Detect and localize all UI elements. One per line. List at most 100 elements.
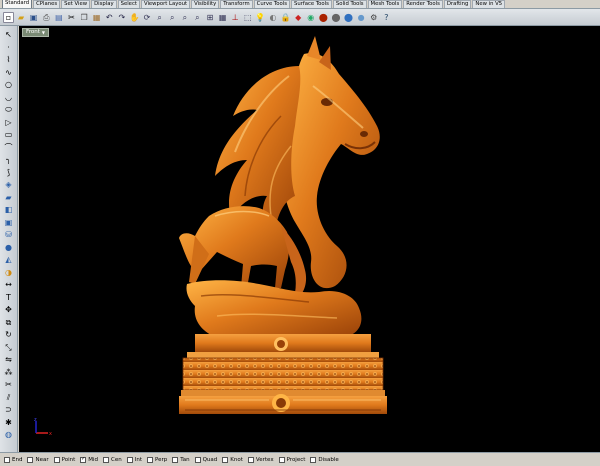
chevron-down-icon[interactable]: ▼ bbox=[42, 28, 45, 37]
document-properties-icon[interactable]: ▤ bbox=[53, 12, 64, 23]
select-icon[interactable]: ⬚ bbox=[242, 12, 253, 23]
osnap-tan[interactable]: Tan bbox=[172, 456, 190, 463]
osnap-perp[interactable]: Perp bbox=[147, 456, 167, 463]
options-icon[interactable]: ⚙ bbox=[368, 12, 379, 23]
tab-render-tools[interactable]: Render Tools bbox=[403, 0, 443, 8]
osnap-point[interactable]: Point bbox=[53, 456, 75, 463]
pan-icon[interactable]: ✋ bbox=[129, 12, 140, 23]
properties-icon[interactable]: ◉ bbox=[305, 12, 316, 23]
osnap-checkbox[interactable] bbox=[222, 456, 229, 463]
tab-display[interactable]: Display bbox=[91, 0, 117, 8]
osnap-checkbox[interactable] bbox=[126, 456, 133, 463]
four-viewports-icon[interactable]: ⊞ bbox=[205, 12, 216, 23]
rotate-icon[interactable]: ↻ bbox=[3, 329, 15, 341]
select-arrow-icon[interactable]: ↖ bbox=[3, 29, 15, 41]
dimension-icon[interactable]: ↔ bbox=[3, 279, 15, 291]
osnap-checkbox[interactable] bbox=[53, 456, 60, 463]
extrude-icon[interactable]: ▰ bbox=[3, 192, 15, 204]
fillet-curve-icon[interactable]: ╮ bbox=[3, 154, 15, 166]
hide-icon[interactable]: ◐ bbox=[267, 12, 278, 23]
surface-icon[interactable]: ◈ bbox=[3, 179, 15, 191]
osnap-checkbox[interactable] bbox=[194, 456, 201, 463]
osnap-checkbox[interactable]: ✓ bbox=[80, 456, 87, 463]
tab-curve-tools[interactable]: Curve Tools bbox=[253, 0, 290, 8]
osnap-near[interactable]: Near bbox=[27, 456, 49, 463]
tab-set-view[interactable]: Set View bbox=[61, 0, 91, 8]
cplane-icon[interactable]: ⊥ bbox=[230, 12, 241, 23]
cut-icon[interactable]: ✂ bbox=[66, 12, 77, 23]
explode-icon[interactable]: ✱ bbox=[3, 417, 15, 429]
render-preview-icon[interactable]: ● bbox=[356, 12, 367, 23]
osnap-disable[interactable]: Disable bbox=[310, 456, 339, 463]
text-icon[interactable]: T bbox=[3, 292, 15, 304]
boolean-icon[interactable]: ◑ bbox=[3, 267, 15, 279]
grid-icon[interactable]: ▦ bbox=[217, 12, 228, 23]
osnap-quad[interactable]: Quad bbox=[194, 456, 217, 463]
tab-mesh-tools[interactable]: Mesh Tools bbox=[367, 0, 403, 8]
osnap-cen[interactable]: Cen bbox=[103, 456, 122, 463]
mirror-icon[interactable]: ⇋ bbox=[3, 354, 15, 366]
lock-icon[interactable]: 🔒 bbox=[280, 12, 291, 23]
save-icon[interactable]: ▣ bbox=[28, 12, 39, 23]
tab-cplanes[interactable]: CPlanes bbox=[33, 0, 61, 8]
sphere-icon[interactable]: ● bbox=[3, 242, 15, 254]
front-viewport[interactable]: Front ▼ x z bbox=[19, 26, 600, 452]
osnap-checkbox[interactable] bbox=[278, 456, 285, 463]
tab-new-in-v5[interactable]: New in V5 bbox=[472, 0, 506, 8]
show-icon[interactable]: 💡 bbox=[255, 12, 266, 23]
help-icon[interactable]: ? bbox=[381, 12, 392, 23]
tab-standard[interactable]: Standard bbox=[2, 0, 33, 8]
point-icon[interactable]: · bbox=[3, 42, 15, 54]
curve-icon[interactable]: ∿ bbox=[3, 67, 15, 79]
offset-curve-icon[interactable]: ⟆ bbox=[3, 167, 15, 179]
material-icon[interactable]: ⬤ bbox=[330, 12, 341, 23]
zoom-extents-icon[interactable]: ⌕ bbox=[179, 12, 190, 23]
osnap-checkbox[interactable] bbox=[27, 456, 34, 463]
osnap-checkbox[interactable] bbox=[4, 456, 10, 463]
tab-visibility[interactable]: Visibility bbox=[191, 0, 220, 8]
cylinder-icon[interactable]: ⛁ bbox=[3, 229, 15, 241]
trim-icon[interactable]: ✂ bbox=[3, 379, 15, 391]
osnap-end[interactable]: End bbox=[4, 456, 22, 463]
scale-icon[interactable]: ⤡ bbox=[3, 342, 15, 354]
open-folder-icon[interactable]: ▰ bbox=[16, 12, 27, 23]
undo-icon[interactable]: ↶ bbox=[104, 12, 115, 23]
copy-object-icon[interactable]: ⧉ bbox=[3, 317, 15, 329]
tab-transform[interactable]: Transform bbox=[220, 0, 253, 8]
osnap-checkbox[interactable] bbox=[172, 456, 179, 463]
osnap-checkbox[interactable] bbox=[247, 456, 254, 463]
osnap-int[interactable]: Int bbox=[126, 456, 142, 463]
free-curve-icon[interactable]: ⌒ bbox=[3, 142, 15, 154]
paste-icon[interactable]: ▦ bbox=[91, 12, 102, 23]
zoom-icon[interactable]: ⌕ bbox=[154, 12, 165, 23]
print-icon[interactable]: ⎙ bbox=[41, 12, 52, 23]
tab-drafting[interactable]: Drafting bbox=[443, 0, 472, 8]
osnap-checkbox[interactable] bbox=[310, 456, 317, 463]
zoom-window-icon[interactable]: ⌕ bbox=[167, 12, 178, 23]
zoom-selected-icon[interactable]: ⌕ bbox=[192, 12, 203, 23]
analyze-icon[interactable]: ◍ bbox=[3, 429, 15, 441]
array-icon[interactable]: ⁂ bbox=[3, 367, 15, 379]
tab-surface-tools[interactable]: Surface Tools bbox=[290, 0, 332, 8]
circle-icon[interactable]: ○ bbox=[3, 79, 15, 91]
rotate-view-icon[interactable]: ⟳ bbox=[142, 12, 153, 23]
tab-viewport-layout[interactable]: Viewport Layout bbox=[140, 0, 191, 8]
redo-icon[interactable]: ↷ bbox=[116, 12, 127, 23]
join-icon[interactable]: ⊃ bbox=[3, 404, 15, 416]
layer-icon[interactable]: ◆ bbox=[293, 12, 304, 23]
osnap-checkbox[interactable] bbox=[147, 456, 153, 463]
osnap-vertex[interactable]: Vertex bbox=[247, 456, 274, 463]
copy-icon[interactable]: ❐ bbox=[79, 12, 90, 23]
new-file-icon[interactable]: ▫ bbox=[3, 11, 14, 23]
rectangle-icon[interactable]: ▭ bbox=[3, 129, 15, 141]
osnap-mid[interactable]: ✓ Mid bbox=[80, 456, 98, 463]
split-icon[interactable]: ⫽ bbox=[3, 392, 15, 404]
solid-box-icon[interactable]: ▣ bbox=[3, 217, 15, 229]
match-properties-icon[interactable]: ⬤ bbox=[318, 12, 329, 23]
osnap-checkbox[interactable] bbox=[103, 456, 110, 463]
arc-icon[interactable]: ◡ bbox=[3, 92, 15, 104]
loft-icon[interactable]: ◧ bbox=[3, 204, 15, 216]
move-icon[interactable]: ✥ bbox=[3, 304, 15, 316]
mesh-icon[interactable]: ◭ bbox=[3, 254, 15, 266]
osnap-project[interactable]: Project bbox=[278, 456, 305, 463]
